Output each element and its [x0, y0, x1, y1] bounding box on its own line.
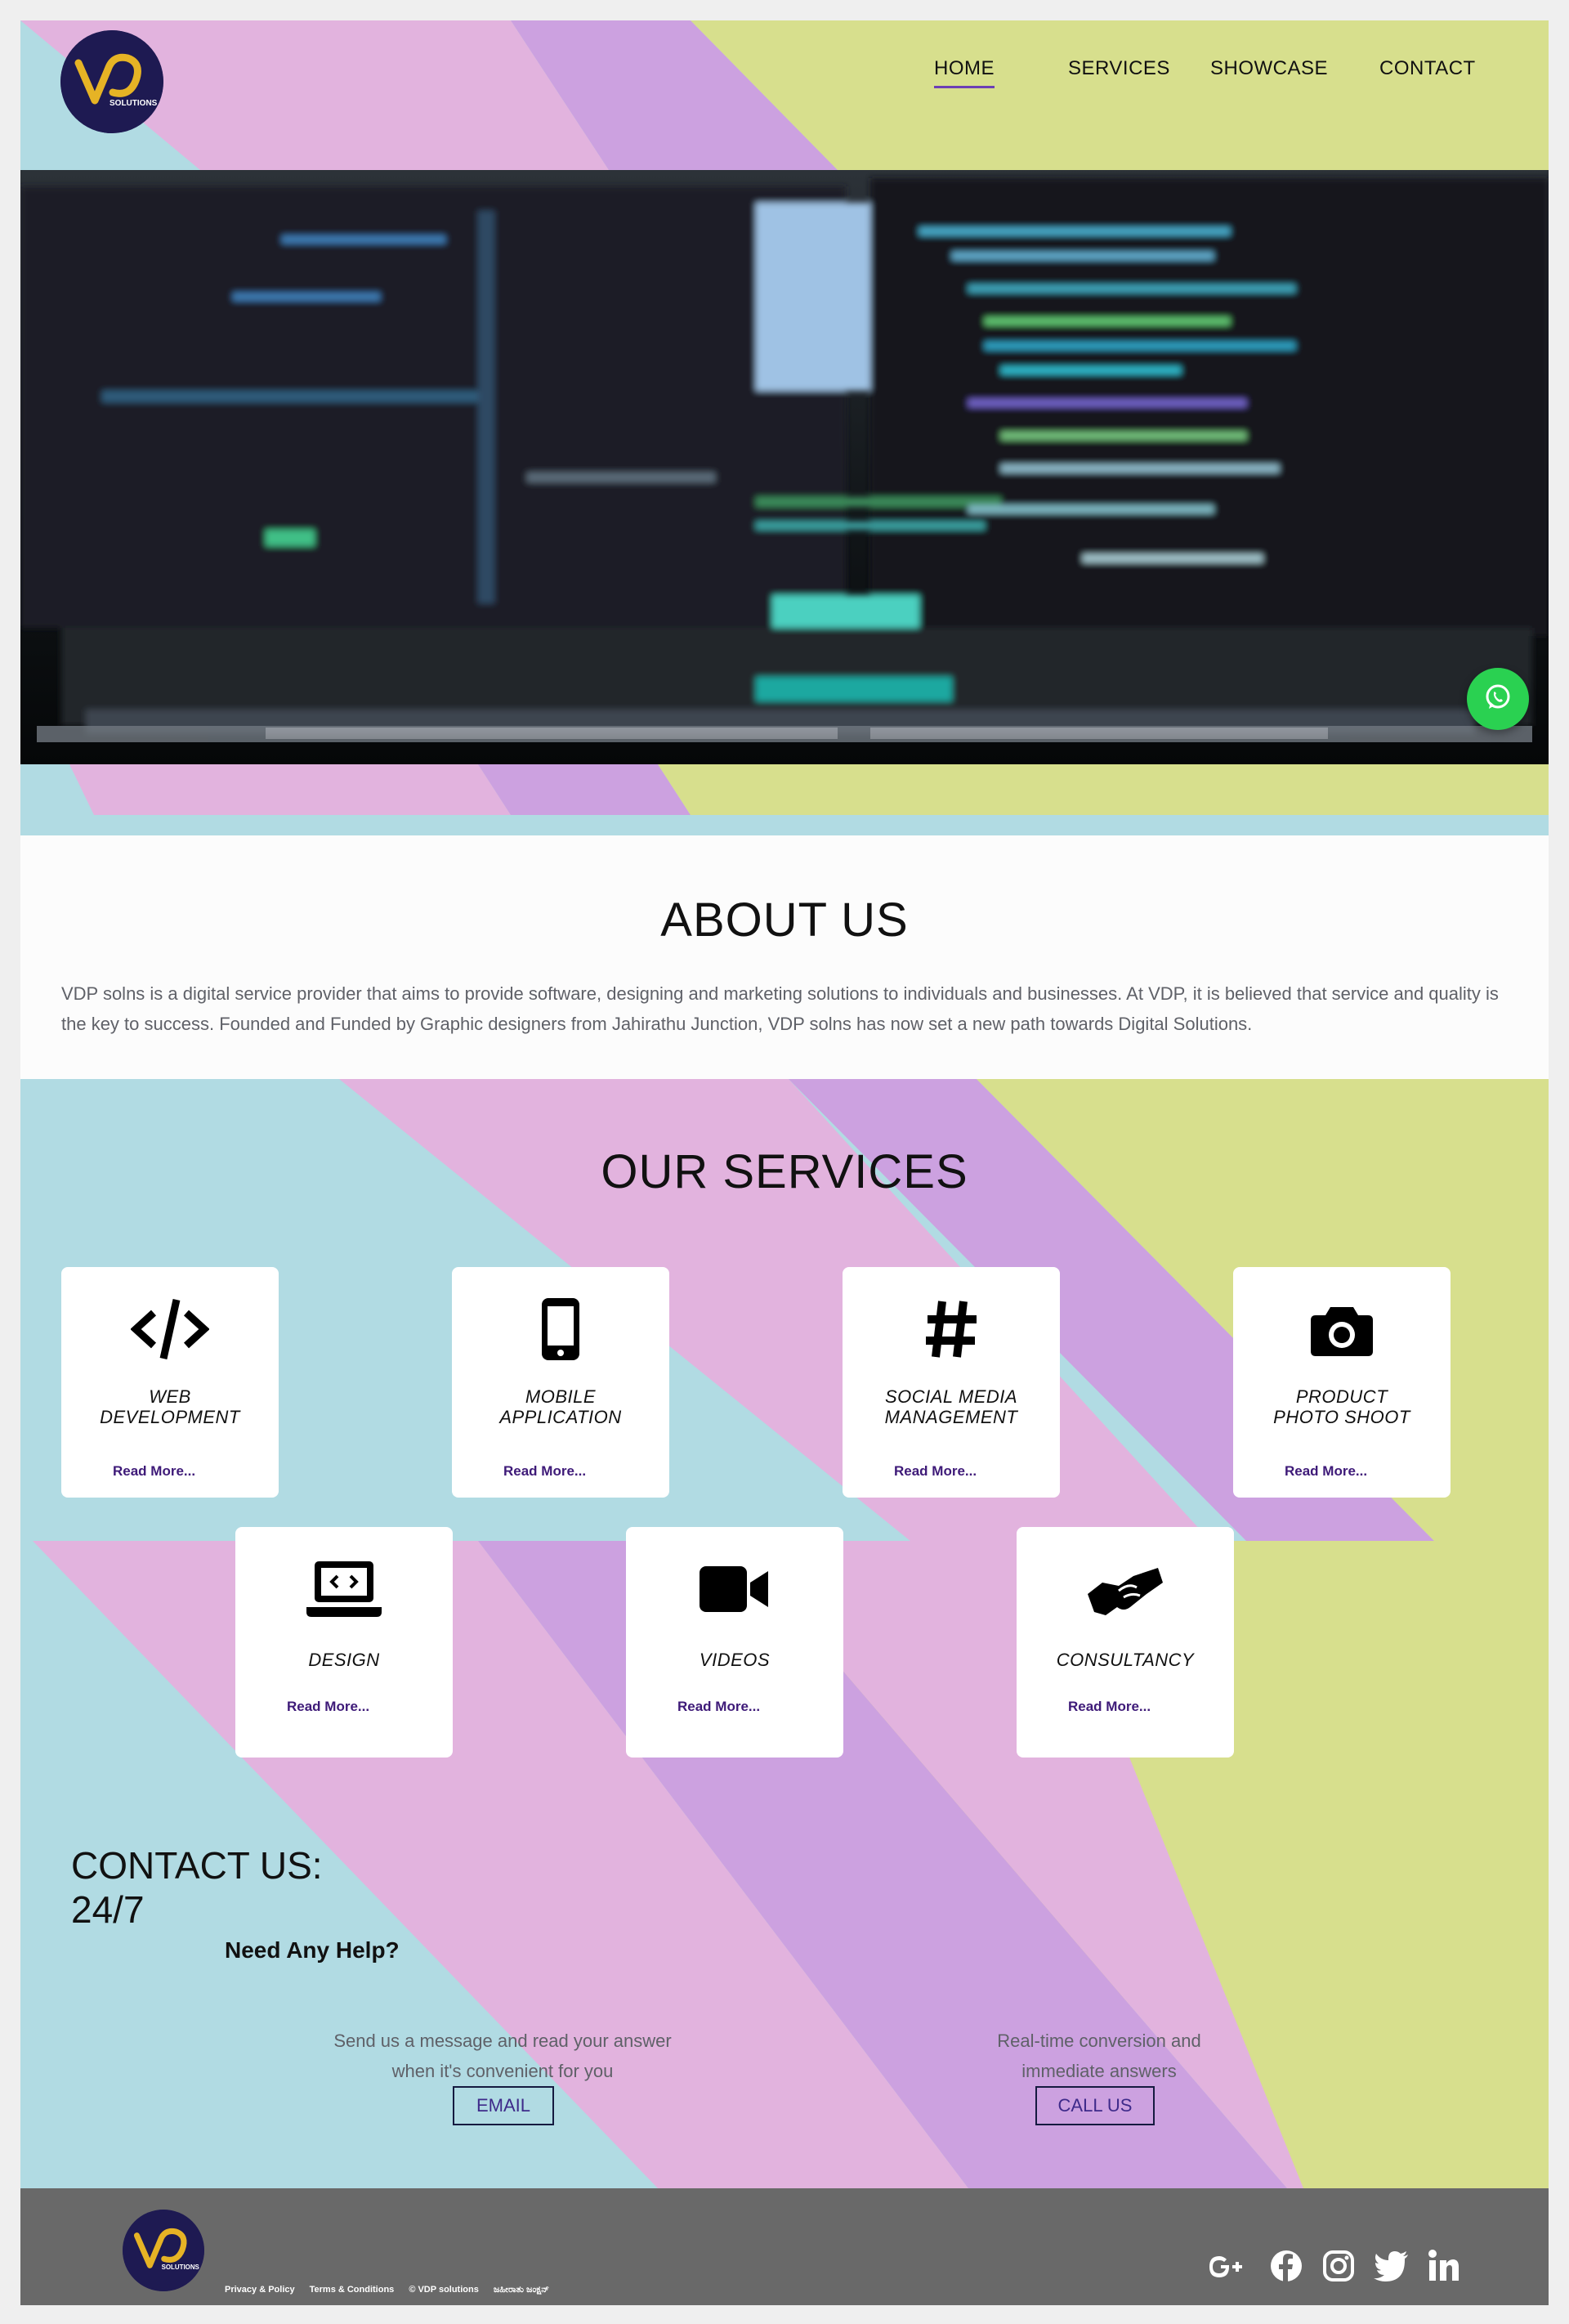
footer-logo-text: SOLUTIONS	[162, 2264, 199, 2271]
google-plus-icon[interactable]	[1208, 2250, 1249, 2287]
privacy-policy-link[interactable]: Privacy & Policy	[225, 2285, 295, 2295]
service-card-product-photo-shoot[interactable]: PRODUCT PHOTO SHOOT Read More...	[1233, 1267, 1451, 1498]
camera-icon	[1233, 1296, 1451, 1362]
contact-title: CONTACT US: 24/7	[71, 1844, 323, 1931]
handshake-icon	[1017, 1556, 1234, 1622]
logo-text: SOLUTIONS	[110, 99, 158, 108]
footer-links: Privacy & Policy Terms & Conditions © VD…	[225, 2285, 549, 2295]
service-card-design[interactable]: DESIGN Read More...	[235, 1527, 453, 1758]
terms-conditions-link[interactable]: Terms & Conditions	[310, 2285, 395, 2295]
nav-services[interactable]: SERVICES	[1068, 57, 1170, 80]
service-name: MOBILE APPLICATION	[499, 1386, 622, 1427]
hashtag-icon	[843, 1296, 1060, 1362]
service-name: WEB DEVELOPMENT	[100, 1386, 240, 1427]
nav-home[interactable]: HOME	[934, 57, 995, 88]
vdp-logo[interactable]: SOLUTIONS	[60, 30, 163, 133]
service-card-mobile-application[interactable]: MOBILE APPLICATION Read More...	[452, 1267, 669, 1498]
kannada-brand-text: ಜಹೀರಾತು ಜಂಕ್ಷನ್	[493, 2285, 549, 2295]
code-icon	[61, 1296, 279, 1362]
copyright-text: © VDP solutions	[409, 2285, 479, 2295]
hero-image	[20, 170, 1549, 764]
mobile-phone-icon	[452, 1296, 669, 1362]
read-more-link[interactable]: Read More...	[503, 1463, 586, 1480]
about-text: VDP solns is a digital service provider …	[61, 983, 1499, 1034]
email-button[interactable]: EMAIL	[453, 2086, 554, 2125]
service-card-web-development[interactable]: WEB DEVELOPMENT Read More...	[61, 1267, 279, 1498]
service-name: VIDEOS	[699, 1650, 771, 1670]
video-camera-icon	[626, 1556, 843, 1622]
facebook-icon[interactable]	[1269, 2249, 1303, 2287]
read-more-link[interactable]: Read More...	[1285, 1463, 1367, 1480]
footer-logo[interactable]: SOLUTIONS	[123, 2210, 204, 2291]
call-us-button[interactable]: CALL US	[1035, 2086, 1155, 2125]
instagram-icon[interactable]	[1322, 2250, 1355, 2286]
linkedin-icon[interactable]	[1428, 2250, 1460, 2286]
service-card-consultancy[interactable]: CONSULTANCY Read More...	[1017, 1527, 1234, 1758]
laptop-code-icon	[235, 1556, 453, 1622]
need-help-heading: Need Any Help?	[225, 1937, 400, 1963]
about-section: ABOUT US VDP solns is a digital service …	[20, 835, 1549, 1079]
read-more-link[interactable]: Read More...	[894, 1463, 977, 1480]
read-more-link[interactable]: Read More...	[1068, 1699, 1151, 1715]
service-card-videos[interactable]: VIDEOS Read More...	[626, 1527, 843, 1758]
service-name: PRODUCT PHOTO SHOOT	[1273, 1386, 1410, 1427]
service-name: SOCIAL MEDIA MANAGEMENT	[884, 1386, 1018, 1427]
about-title: ABOUT US	[660, 893, 909, 947]
whatsapp-icon	[1482, 681, 1514, 718]
service-name: DESIGN	[308, 1650, 380, 1670]
services-title: OUR SERVICES	[601, 1145, 968, 1198]
nav-showcase[interactable]: SHOWCASE	[1210, 57, 1328, 80]
read-more-link[interactable]: Read More...	[677, 1699, 760, 1715]
call-description: Real-time conversion and immediate answe…	[997, 2031, 1201, 2081]
site-header: SOLUTIONS HOME SERVICES SHOWCASE CONTACT	[20, 20, 1549, 170]
read-more-link[interactable]: Read More...	[113, 1463, 195, 1480]
twitter-icon[interactable]	[1374, 2250, 1410, 2286]
service-card-social-media[interactable]: SOCIAL MEDIA MANAGEMENT Read More...	[843, 1267, 1060, 1498]
whatsapp-button[interactable]	[1467, 668, 1529, 730]
read-more-link[interactable]: Read More...	[287, 1699, 369, 1715]
page: SOLUTIONS HOME SERVICES SHOWCASE CONTACT	[20, 20, 1549, 2305]
nav-contact[interactable]: CONTACT	[1379, 57, 1476, 80]
service-name: CONSULTANCY	[1056, 1650, 1195, 1670]
email-description: Send us a message and read your answer w…	[333, 2031, 672, 2081]
